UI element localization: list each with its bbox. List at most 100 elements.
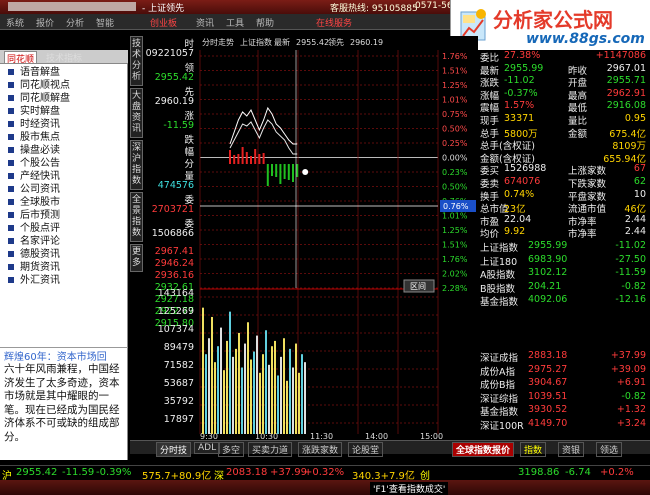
chart-lead-label: 领先 — [328, 37, 344, 47]
tree-item[interactable]: 公司资讯 — [8, 183, 126, 196]
pct-tick-label: 2.28% — [442, 284, 468, 293]
vtab-market-news[interactable]: 大盘资讯 — [130, 88, 143, 138]
menu-online-service[interactable]: 在线服务 — [316, 16, 352, 29]
tree-item[interactable]: 全球股市 — [8, 196, 126, 209]
row-right-value: -27.50 — [615, 253, 646, 265]
menu-analysis[interactable]: 分析 — [66, 16, 84, 29]
quote-value: 2703721 — [151, 204, 194, 215]
menu-bar: 系统 报价 分析 智能 选股 创业板 资讯 工具 帮助 在线服务 — [0, 14, 450, 30]
tab-forum[interactable]: 论股堂 — [348, 442, 384, 457]
global-index-quote-button[interactable]: 全球指数报价 — [452, 442, 515, 457]
sh-index: 2955.42 — [16, 467, 58, 478]
tab-tech-indicators[interactable]: 技术指标 — [44, 51, 84, 64]
volume-bar — [244, 343, 246, 434]
pct-tick-label: 0.50% — [442, 125, 468, 134]
sell-force-bar — [292, 164, 294, 182]
tab-long-short[interactable]: 多空 — [218, 442, 245, 457]
quote-row: 深证综指 1039.51 -0.82 — [480, 390, 650, 405]
row-value-2: 62 — [633, 176, 646, 187]
menu-tools[interactable]: 工具 — [226, 16, 244, 29]
tab-selected[interactable]: 领选 — [596, 442, 623, 457]
bullet-icon — [8, 250, 14, 257]
tree-item[interactable]: 产经快讯 — [8, 170, 126, 183]
row-label: 基金指数 — [480, 407, 519, 418]
menu-help[interactable]: 帮助 — [256, 16, 274, 29]
row-label: 成份A指 — [480, 366, 515, 378]
row-label: 深证100R — [480, 420, 524, 432]
pct-tick-label: 1.51% — [442, 67, 468, 76]
quote-detail-panel: 委比 27.38% +1147086 最新 2955.99 昨收 2967.01 涨跌 -11.… — [478, 50, 650, 460]
market-status-bar: 沪 2955.42 -11.59 -0.39% 575.7+80.9亿 深 20… — [0, 465, 650, 482]
tree-item[interactable]: 同花顺视点 — [8, 79, 126, 92]
vtab-tech-analysis[interactable]: 技术分析 — [130, 36, 143, 86]
tree-item[interactable]: 股市焦点 — [8, 131, 126, 144]
menu-quotes[interactable]: 报价 — [36, 16, 54, 29]
volume-bar — [253, 351, 255, 434]
tree-item[interactable]: 期货资讯 — [8, 261, 126, 274]
volume-bar — [205, 354, 207, 434]
volume-bar — [265, 330, 267, 434]
buy-force-bar — [233, 155, 236, 164]
bullet-icon — [8, 159, 14, 166]
crosshair-value: 0.76% — [443, 202, 469, 211]
tree-item[interactable]: 个股点评 — [8, 222, 126, 235]
tab-tonghuashun[interactable]: 同花顺 — [4, 51, 38, 65]
tree-item[interactable]: 名家评论 — [8, 235, 126, 248]
pct-tick-label: 0.00% — [442, 154, 468, 163]
bullet-icon — [8, 172, 14, 179]
intraday-chart: 分时走势 上证指数 最新 2955.42领先 2960.19 1.76% 1.51% 1.25… — [198, 36, 478, 440]
tab-buy-sell-force[interactable]: 买卖力道 — [248, 442, 293, 457]
tab-index[interactable]: 指数 — [520, 442, 547, 457]
quote-row: 委卖 674076 下跌家数 62 — [480, 176, 650, 190]
volume-bar — [208, 338, 210, 434]
tree-item[interactable]: 德股资讯 — [8, 248, 126, 261]
pct-tick-label: 0.50% — [442, 183, 468, 192]
menu-create[interactable]: 创业板 — [150, 16, 177, 29]
row-right-value: -0.82 — [621, 280, 646, 292]
vtab-panorama-index[interactable]: 全景指数 — [130, 192, 143, 242]
tree-item[interactable]: 同花顺解盘 — [8, 92, 126, 105]
volume-bar — [283, 338, 285, 434]
tree-item[interactable]: 个股公告 — [8, 157, 126, 170]
tab-up-down-count[interactable]: 涨跌家数 — [298, 442, 343, 457]
tree-item[interactable]: 后市预测 — [8, 209, 126, 222]
row-label: 上证指数 — [480, 243, 519, 254]
bullet-icon — [8, 224, 14, 231]
menu-info[interactable]: 资讯 — [196, 16, 214, 29]
quote-row: 成份A指 2975.27 +39.09 — [480, 364, 650, 378]
tab-intraday[interactable]: 分时技 — [156, 442, 192, 457]
row-right-value: -0.82 — [621, 390, 646, 402]
row-value: -0.37% — [504, 87, 538, 99]
row-label: A股指数 — [480, 270, 515, 281]
sell-force-bar — [266, 164, 269, 186]
tab-adl[interactable]: ADL — [194, 442, 221, 454]
f1-hint[interactable]: 'F1'查看指数成交' — [370, 482, 449, 495]
tree-item[interactable]: 外汇资讯 — [8, 274, 126, 287]
article-title[interactable]: 辉煌60年：资本市场回 — [4, 348, 107, 363]
tree-item[interactable]: 语音解盘 — [8, 66, 126, 79]
bullet-icon — [8, 133, 14, 140]
vtab-sh-sz-index[interactable]: 深沪指数 — [130, 140, 143, 190]
quote-row: 最新 2955.99 昨收 2967.01 — [480, 63, 650, 77]
tree-item[interactable]: 操盘必读 — [8, 144, 126, 157]
tree-item[interactable]: 实时解盘 — [8, 105, 126, 118]
menu-smart[interactable]: 智能 — [96, 16, 114, 29]
price-tick-label: 2967.41 — [154, 246, 194, 257]
row-value: 3904.67 — [528, 377, 568, 388]
tab-funds[interactable]: 资银 — [558, 442, 585, 457]
taskbar: 'F1'查看指数成交' — [0, 480, 650, 495]
menu-system[interactable]: 系统 — [6, 16, 24, 29]
volume-bar — [286, 380, 288, 434]
row-value: 674076 — [504, 176, 541, 187]
quote-value: -11.59 — [163, 120, 194, 131]
tree-item[interactable]: 时经资讯 — [8, 118, 126, 131]
chart-latest-label: 最新 — [274, 37, 290, 47]
sz-index: 2083.18 — [226, 467, 268, 478]
pct-tick-label: 1.25% — [442, 226, 468, 235]
row-value: 4092.06 — [528, 294, 568, 305]
vtab-more[interactable]: 更多 — [130, 244, 143, 272]
quote-value: 474576 — [157, 180, 194, 191]
row-right-value: +1147086 — [595, 50, 646, 61]
quote-row: 总市值 23亿 流通市值 46亿 — [480, 201, 650, 215]
row-label-2: 市净率 — [568, 229, 597, 241]
